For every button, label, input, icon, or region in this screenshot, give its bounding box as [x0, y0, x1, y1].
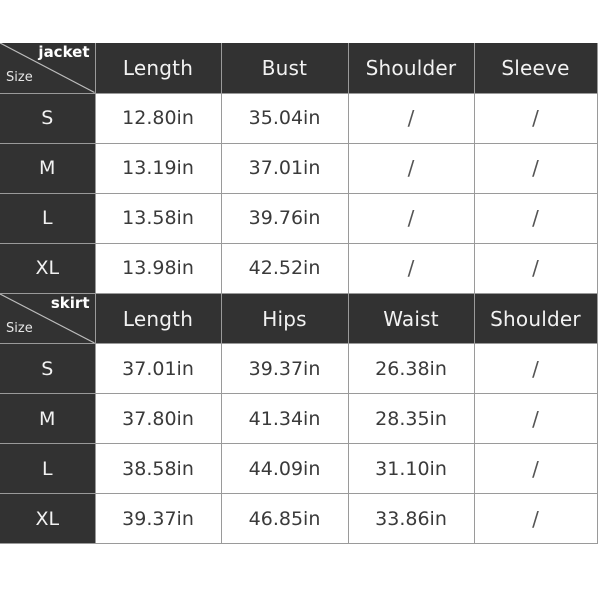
size-label-cell: XL [0, 493, 96, 544]
corner-header-cell: skirt Size [0, 293, 96, 344]
data-cell-hips: 39.37in [221, 343, 349, 394]
column-header-hips: Hips [221, 293, 349, 344]
table-row: M 13.19in 37.01in / / [0, 142, 598, 193]
data-cell-sleeve: / [474, 92, 598, 143]
data-cell-shoulder: / [474, 443, 598, 494]
data-cell-shoulder: / [348, 142, 475, 193]
data-cell-waist: 28.35in [348, 393, 475, 444]
data-cell-length: 13.98in [95, 242, 222, 293]
data-cell-waist: 26.38in [348, 343, 475, 394]
corner-size-label: Size [6, 70, 33, 86]
data-cell-length: 37.01in [95, 343, 222, 394]
data-cell-length: 38.58in [95, 443, 222, 494]
size-table-block-skirt: skirt Size Length Hips Waist Shoulder S … [0, 293, 598, 544]
data-cell-waist: 33.86in [348, 493, 475, 544]
data-cell-waist: 31.10in [348, 443, 475, 494]
corner-header-cell: jacket Size [0, 43, 96, 93]
size-table-jacket: jacket Size Length Bust Shoulder Sleeve … [0, 43, 598, 293]
data-cell-sleeve: / [474, 192, 598, 243]
data-cell-length: 12.80in [95, 92, 222, 143]
data-cell-sleeve: / [474, 142, 598, 193]
data-cell-length: 39.37in [95, 493, 222, 544]
table-row: L 38.58in 44.09in 31.10in / [0, 443, 598, 494]
data-cell-bust: 42.52in [221, 242, 349, 293]
table-row: M 37.80in 41.34in 28.35in / [0, 393, 598, 444]
data-cell-length: 13.58in [95, 192, 222, 243]
size-table-block-jacket: jacket Size Length Bust Shoulder Sleeve … [0, 43, 598, 293]
data-cell-length: 37.80in [95, 393, 222, 444]
size-tables-container: jacket Size Length Bust Shoulder Sleeve … [0, 43, 598, 544]
column-header-length: Length [95, 293, 222, 344]
corner-category-label: jacket [38, 43, 90, 61]
data-cell-shoulder: / [474, 493, 598, 544]
corner-category-label: skirt [50, 294, 90, 312]
size-label-cell: M [0, 142, 96, 193]
data-cell-shoulder: / [474, 343, 598, 394]
table-row: S 37.01in 39.37in 26.38in / [0, 343, 598, 394]
table-row: L 13.58in 39.76in / / [0, 192, 598, 243]
column-header-shoulder: Shoulder [348, 43, 475, 93]
data-cell-bust: 35.04in [221, 92, 349, 143]
column-header-shoulder: Shoulder [474, 293, 598, 344]
data-cell-bust: 39.76in [221, 192, 349, 243]
data-cell-shoulder: / [348, 242, 475, 293]
column-header-length: Length [95, 43, 222, 93]
table-row: XL 13.98in 42.52in / / [0, 242, 598, 293]
size-label-cell: M [0, 393, 96, 444]
column-header-bust: Bust [221, 43, 349, 93]
table-header-row: jacket Size Length Bust Shoulder Sleeve [0, 43, 598, 93]
column-header-waist: Waist [348, 293, 475, 344]
table-row: S 12.80in 35.04in / / [0, 92, 598, 143]
data-cell-hips: 41.34in [221, 393, 349, 444]
column-header-sleeve: Sleeve [474, 43, 598, 93]
corner-size-label: Size [6, 320, 33, 336]
size-label-cell: L [0, 443, 96, 494]
data-cell-hips: 44.09in [221, 443, 349, 494]
data-cell-shoulder: / [474, 393, 598, 444]
size-label-cell: XL [0, 242, 96, 293]
data-cell-shoulder: / [348, 192, 475, 243]
size-label-cell: L [0, 192, 96, 243]
size-label-cell: S [0, 343, 96, 394]
data-cell-hips: 46.85in [221, 493, 349, 544]
table-header-row: skirt Size Length Hips Waist Shoulder [0, 293, 598, 344]
data-cell-shoulder: / [348, 92, 475, 143]
size-chart-page: jacket Size Length Bust Shoulder Sleeve … [0, 0, 600, 600]
data-cell-bust: 37.01in [221, 142, 349, 193]
table-row: XL 39.37in 46.85in 33.86in / [0, 493, 598, 544]
size-label-cell: S [0, 92, 96, 143]
data-cell-length: 13.19in [95, 142, 222, 193]
size-table-skirt: skirt Size Length Hips Waist Shoulder S … [0, 293, 598, 544]
data-cell-sleeve: / [474, 242, 598, 293]
